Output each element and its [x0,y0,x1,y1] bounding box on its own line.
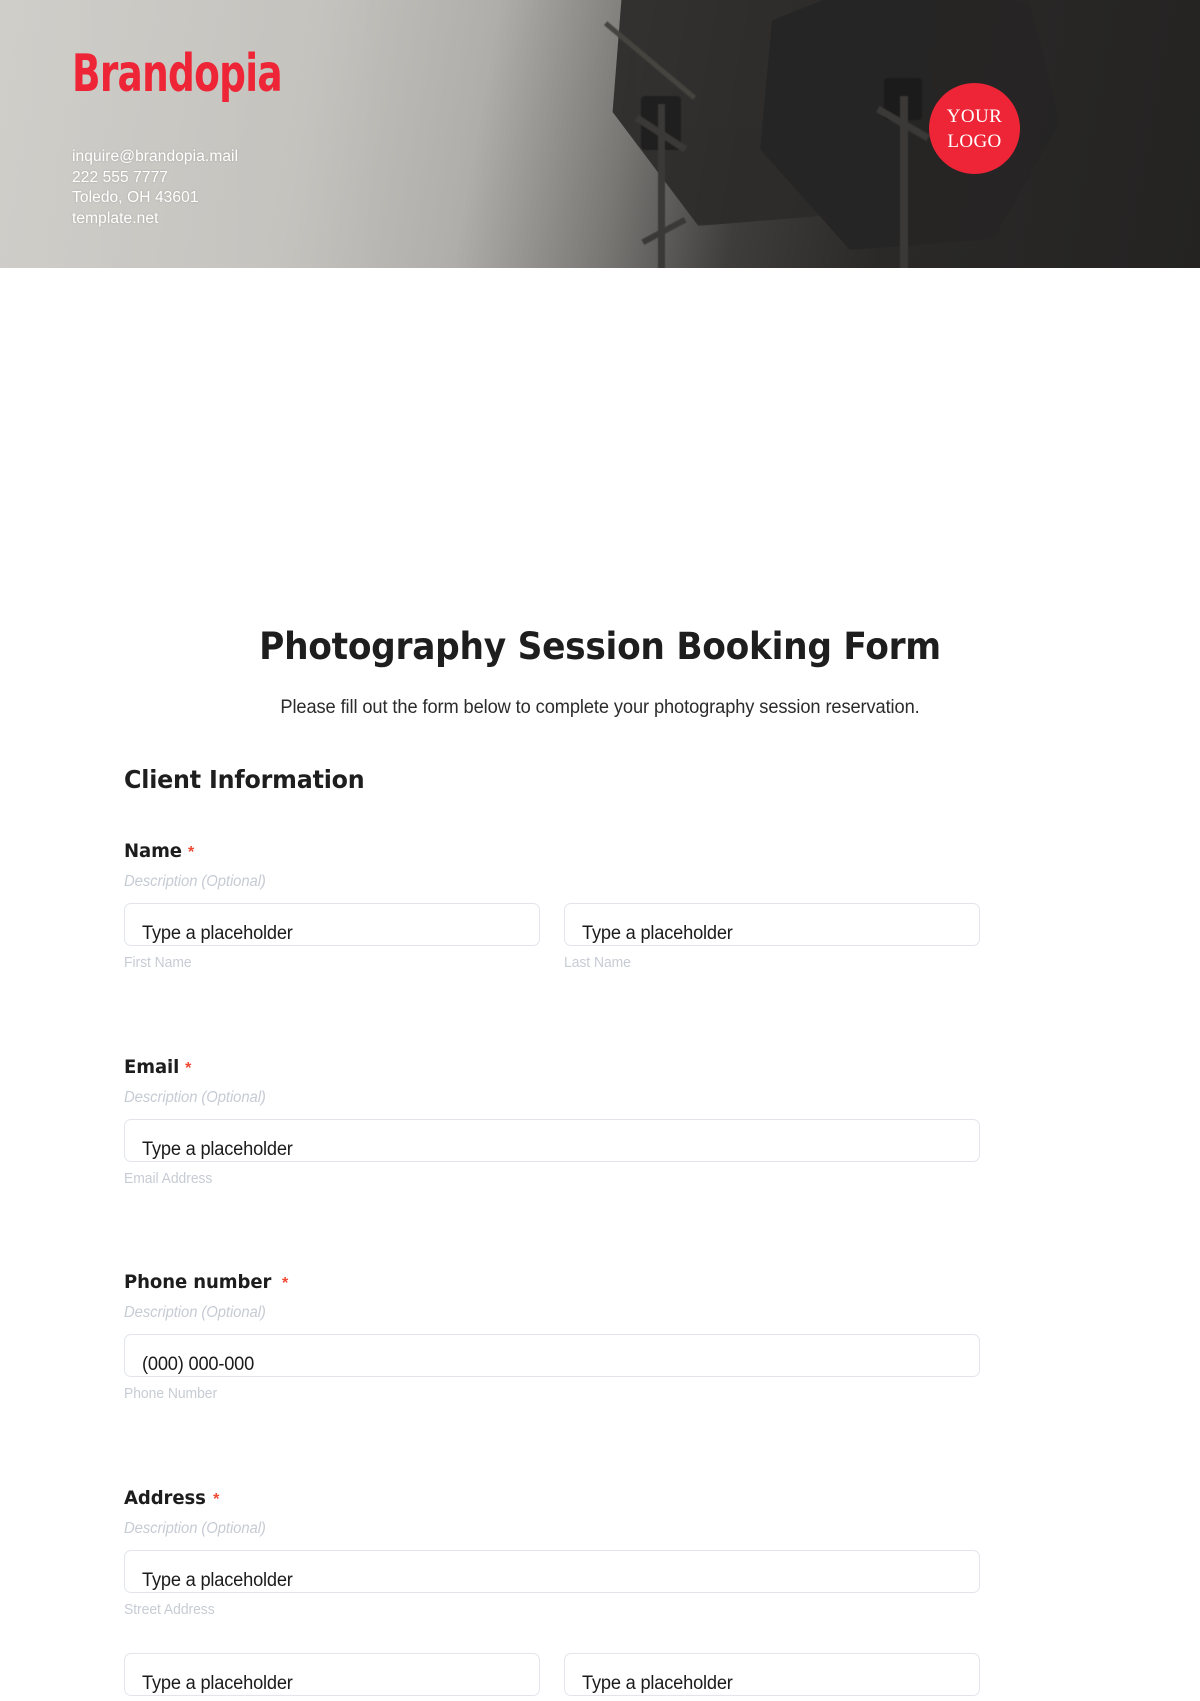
field-input-col-first-name: Type a placeholder First Name [124,903,540,972]
field-input-col-phone: (000) 000-000 Phone Number [124,1334,980,1403]
field-input-row: (000) 000-000 Phone Number [124,1334,980,1403]
email-input-placeholder: Type a placeholder [142,1139,293,1160]
field-label-row: Email * [124,1056,980,1078]
required-asterisk: * [185,1060,192,1077]
brand-logo-text: Brandopia [72,44,283,104]
field-label-row: Phone number * [124,1271,980,1293]
city-input[interactable]: Type a placeholder [124,1653,540,1696]
first-name-sublabel: First Name [124,955,192,971]
field-label-row: Address * [124,1487,980,1509]
section-title-client-information: Client Information [124,765,365,794]
last-name-sublabel: Last Name [564,955,631,971]
page-subtitle: Please fill out the form below to comple… [280,697,920,718]
street-address-sublabel: Street Address [124,1602,215,1618]
city-input-placeholder: Type a placeholder [142,1673,293,1694]
last-name-input[interactable]: Type a placeholder [564,903,980,946]
page-header: Brandopia inquire@brandopia.mail 222 555… [0,0,1200,268]
field-input-col-state: Type a placeholder State [564,1653,980,1701]
first-name-input[interactable]: Type a placeholder [124,903,540,946]
contact-address: Toledo, OH 43601 [72,189,199,206]
your-logo-line-1: YOUR [946,105,1003,127]
field-label: Name [124,840,182,862]
street-address-row: Type a placeholder Street Address [124,1550,980,1619]
your-logo-badge: YOUR LOGO [929,83,1020,174]
required-asterisk: * [213,1491,220,1508]
field-input-row: Type a placeholder Email Address [124,1119,980,1188]
field-input-col-street: Type a placeholder Street Address [124,1550,980,1619]
field-input-col-last-name: Type a placeholder Last Name [564,903,980,972]
field-description: Description (Optional) [124,1304,266,1321]
email-input[interactable]: Type a placeholder [124,1119,980,1162]
field-description: Description (Optional) [124,873,266,890]
email-sublabel: Email Address [124,1171,213,1187]
field-input-row: Type a placeholder First Name Type a pla… [124,903,980,972]
last-name-input-placeholder: Type a placeholder [582,923,733,944]
phone-number-input[interactable]: (000) 000-000 [124,1334,980,1377]
your-logo-line-2: LOGO [947,130,1002,152]
contact-email: inquire@brandopia.mail [72,148,239,165]
phone-number-sublabel: Phone Number [124,1386,218,1402]
field-input-col-email: Type a placeholder Email Address [124,1119,980,1188]
state-input-placeholder: Type a placeholder [582,1673,733,1694]
form-field-address: Address * Description (Optional) Type a p… [124,1487,980,1701]
required-asterisk: * [282,1275,289,1292]
field-input-col-city: Type a placeholder City [124,1653,540,1701]
field-label: Phone number [124,1271,272,1293]
contact-phone: 222 555 7777 [72,168,169,186]
phone-number-input-placeholder: (000) 000-000 [142,1354,255,1375]
city-state-row: Type a placeholder City Type a placehold… [124,1653,980,1701]
field-label: Email [124,1056,180,1078]
field-description: Description (Optional) [124,1089,266,1106]
form-field-email: Email * Description (Optional) Type a pla… [124,1056,980,1188]
state-input[interactable]: Type a placeholder [564,1653,980,1696]
field-description: Description (Optional) [124,1520,266,1537]
contact-website: template.net [72,209,159,227]
field-label: Address [124,1487,206,1509]
form-field-phone-number: Phone number * Description (Optional) (00… [124,1271,980,1403]
page-title: Photography Session Booking Form [259,625,941,668]
first-name-input-placeholder: Type a placeholder [142,923,293,944]
street-address-input-placeholder: Type a placeholder [142,1570,293,1591]
form-field-name: Name * Description (Optional) Type a plac… [124,840,980,972]
street-address-input[interactable]: Type a placeholder [124,1550,980,1593]
contact-info-block: inquire@brandopia.mail 222 555 7777 Tole… [72,147,238,229]
required-asterisk: * [188,844,195,861]
field-label-row: Name * [124,840,980,862]
